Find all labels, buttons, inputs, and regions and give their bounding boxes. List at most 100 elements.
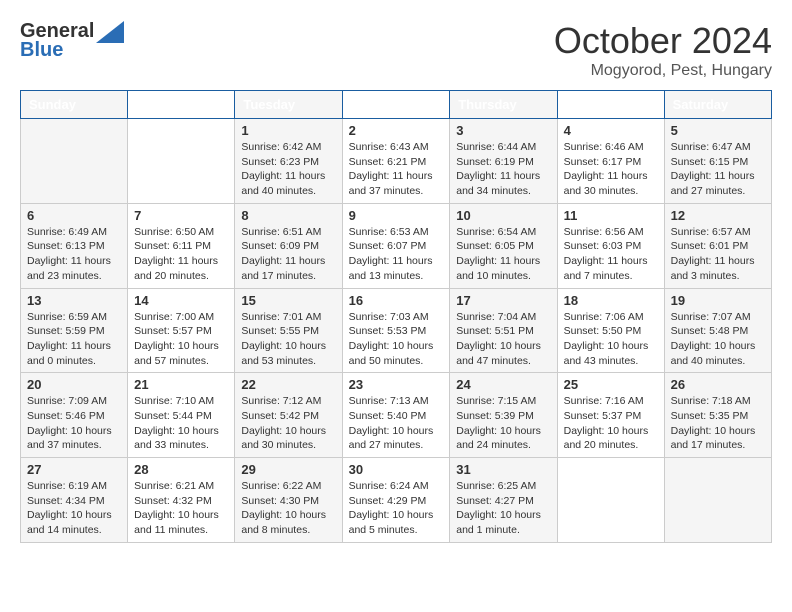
day-info: Sunrise: 7:07 AM Sunset: 5:48 PM Dayligh…: [671, 310, 765, 369]
day-number: 9: [349, 208, 444, 223]
calendar-cell: 22 Sunrise: 7:12 AM Sunset: 5:42 PM Dayli…: [235, 373, 342, 458]
calendar-table: Sunday Monday Tuesday Wednesday Thursday…: [20, 90, 772, 543]
day-info: Sunrise: 6:43 AM Sunset: 6:21 PM Dayligh…: [349, 140, 444, 199]
title-section: October 2024 Mogyorod, Pest, Hungary: [554, 20, 772, 80]
day-number: 17: [456, 293, 550, 308]
day-info: Sunrise: 6:54 AM Sunset: 6:05 PM Dayligh…: [456, 225, 550, 284]
day-info: Sunrise: 6:24 AM Sunset: 4:29 PM Dayligh…: [349, 479, 444, 538]
calendar-cell: 17 Sunrise: 7:04 AM Sunset: 5:51 PM Dayli…: [450, 288, 557, 373]
day-number: 5: [671, 123, 765, 138]
day-info: Sunrise: 6:21 AM Sunset: 4:32 PM Dayligh…: [134, 479, 228, 538]
month-title: October 2024: [554, 20, 772, 62]
calendar-cell: [664, 458, 771, 543]
calendar-cell: 19 Sunrise: 7:07 AM Sunset: 5:48 PM Dayli…: [664, 288, 771, 373]
day-number: 29: [241, 462, 335, 477]
day-number: 24: [456, 377, 550, 392]
day-number: 18: [564, 293, 658, 308]
calendar-cell: 3Sunrise: 6:44 AM Sunset: 6:19 PM Daylig…: [450, 119, 557, 204]
calendar-cell: 31 Sunrise: 6:25 AM Sunset: 4:27 PM Dayli…: [450, 458, 557, 543]
day-number: 30: [349, 462, 444, 477]
day-number: 11: [564, 208, 658, 223]
day-info: Sunrise: 7:15 AM Sunset: 5:39 PM Dayligh…: [456, 394, 550, 453]
day-number: 2: [349, 123, 444, 138]
day-info: Sunrise: 6:49 AM Sunset: 6:13 PM Dayligh…: [27, 225, 121, 284]
header-thursday: Thursday: [450, 91, 557, 119]
calendar-cell: 18 Sunrise: 7:06 AM Sunset: 5:50 PM Dayli…: [557, 288, 664, 373]
day-info: Sunrise: 6:57 AM Sunset: 6:01 PM Dayligh…: [671, 225, 765, 284]
day-number: 20: [27, 377, 121, 392]
header-tuesday: Tuesday: [235, 91, 342, 119]
header-saturday: Saturday: [664, 91, 771, 119]
day-number: 7: [134, 208, 228, 223]
day-number: 27: [27, 462, 121, 477]
header-sunday: Sunday: [21, 91, 128, 119]
calendar-cell: 20Sunrise: 7:09 AM Sunset: 5:46 PM Dayli…: [21, 373, 128, 458]
day-number: 14: [134, 293, 228, 308]
calendar-cell: 26Sunrise: 7:18 AM Sunset: 5:35 PM Dayli…: [664, 373, 771, 458]
calendar-cell: 30 Sunrise: 6:24 AM Sunset: 4:29 PM Dayli…: [342, 458, 450, 543]
calendar-cell: 5 Sunrise: 6:47 AM Sunset: 6:15 PM Daylig…: [664, 119, 771, 204]
day-info: Sunrise: 7:12 AM Sunset: 5:42 PM Dayligh…: [241, 394, 335, 453]
day-info: Sunrise: 6:42 AM Sunset: 6:23 PM Dayligh…: [241, 140, 335, 199]
calendar-cell: 9 Sunrise: 6:53 AM Sunset: 6:07 PM Daylig…: [342, 203, 450, 288]
day-info: Sunrise: 6:22 AM Sunset: 4:30 PM Dayligh…: [241, 479, 335, 538]
calendar-cell: 23Sunrise: 7:13 AM Sunset: 5:40 PM Dayli…: [342, 373, 450, 458]
header: General Blue October 2024 Mogyorod, Pest…: [20, 20, 772, 80]
day-number: 28: [134, 462, 228, 477]
day-info: Sunrise: 7:06 AM Sunset: 5:50 PM Dayligh…: [564, 310, 658, 369]
day-info: Sunrise: 7:04 AM Sunset: 5:51 PM Dayligh…: [456, 310, 550, 369]
day-number: 1: [241, 123, 335, 138]
header-monday: Monday: [128, 91, 235, 119]
calendar-cell: 8 Sunrise: 6:51 AM Sunset: 6:09 PM Daylig…: [235, 203, 342, 288]
day-info: Sunrise: 6:53 AM Sunset: 6:07 PM Dayligh…: [349, 225, 444, 284]
calendar-header-row: Sunday Monday Tuesday Wednesday Thursday…: [21, 91, 772, 119]
day-number: 25: [564, 377, 658, 392]
calendar-cell: 14Sunrise: 7:00 AM Sunset: 5:57 PM Dayli…: [128, 288, 235, 373]
calendar-cell: 1 Sunrise: 6:42 AM Sunset: 6:23 PM Daylig…: [235, 119, 342, 204]
calendar-cell: 12 Sunrise: 6:57 AM Sunset: 6:01 PM Dayli…: [664, 203, 771, 288]
location: Mogyorod, Pest, Hungary: [554, 62, 772, 80]
day-info: Sunrise: 6:19 AM Sunset: 4:34 PM Dayligh…: [27, 479, 121, 538]
day-number: 13: [27, 293, 121, 308]
calendar-week-row: 1 Sunrise: 6:42 AM Sunset: 6:23 PM Daylig…: [21, 119, 772, 204]
calendar-week-row: 6 Sunrise: 6:49 AM Sunset: 6:13 PM Daylig…: [21, 203, 772, 288]
day-number: 22: [241, 377, 335, 392]
day-number: 4: [564, 123, 658, 138]
day-info: Sunrise: 6:46 AM Sunset: 6:17 PM Dayligh…: [564, 140, 658, 199]
day-info: Sunrise: 6:51 AM Sunset: 6:09 PM Dayligh…: [241, 225, 335, 284]
calendar-cell: 16Sunrise: 7:03 AM Sunset: 5:53 PM Dayli…: [342, 288, 450, 373]
day-info: Sunrise: 7:18 AM Sunset: 5:35 PM Dayligh…: [671, 394, 765, 453]
day-number: 3: [456, 123, 550, 138]
calendar-cell: 7 Sunrise: 6:50 AM Sunset: 6:11 PM Daylig…: [128, 203, 235, 288]
calendar-cell: 24 Sunrise: 7:15 AM Sunset: 5:39 PM Dayli…: [450, 373, 557, 458]
calendar-week-row: 27 Sunrise: 6:19 AM Sunset: 4:34 PM Dayli…: [21, 458, 772, 543]
day-number: 8: [241, 208, 335, 223]
day-info: Sunrise: 6:59 AM Sunset: 5:59 PM Dayligh…: [27, 310, 121, 369]
logo-icon: [96, 21, 124, 43]
calendar-cell: 4 Sunrise: 6:46 AM Sunset: 6:17 PM Daylig…: [557, 119, 664, 204]
page-container: General Blue October 2024 Mogyorod, Pest…: [20, 20, 772, 543]
day-info: Sunrise: 7:10 AM Sunset: 5:44 PM Dayligh…: [134, 394, 228, 453]
day-number: 10: [456, 208, 550, 223]
calendar-cell: 11Sunrise: 6:56 AM Sunset: 6:03 PM Dayli…: [557, 203, 664, 288]
day-info: Sunrise: 6:47 AM Sunset: 6:15 PM Dayligh…: [671, 140, 765, 199]
day-info: Sunrise: 6:25 AM Sunset: 4:27 PM Dayligh…: [456, 479, 550, 538]
calendar-cell: 6 Sunrise: 6:49 AM Sunset: 6:13 PM Daylig…: [21, 203, 128, 288]
calendar-cell: 13 Sunrise: 6:59 AM Sunset: 5:59 PM Dayli…: [21, 288, 128, 373]
header-friday: Friday: [557, 91, 664, 119]
day-info: Sunrise: 6:50 AM Sunset: 6:11 PM Dayligh…: [134, 225, 228, 284]
day-number: 21: [134, 377, 228, 392]
calendar-cell: 29 Sunrise: 6:22 AM Sunset: 4:30 PM Dayli…: [235, 458, 342, 543]
calendar-week-row: 20Sunrise: 7:09 AM Sunset: 5:46 PM Dayli…: [21, 373, 772, 458]
day-number: 12: [671, 208, 765, 223]
calendar-cell: [128, 119, 235, 204]
calendar-cell: 27 Sunrise: 6:19 AM Sunset: 4:34 PM Dayli…: [21, 458, 128, 543]
day-number: 31: [456, 462, 550, 477]
calendar-cell: [21, 119, 128, 204]
day-number: 6: [27, 208, 121, 223]
calendar-cell: 21 Sunrise: 7:10 AM Sunset: 5:44 PM Dayli…: [128, 373, 235, 458]
day-number: 15: [241, 293, 335, 308]
calendar-cell: [557, 458, 664, 543]
day-info: Sunrise: 7:01 AM Sunset: 5:55 PM Dayligh…: [241, 310, 335, 369]
day-number: 19: [671, 293, 765, 308]
